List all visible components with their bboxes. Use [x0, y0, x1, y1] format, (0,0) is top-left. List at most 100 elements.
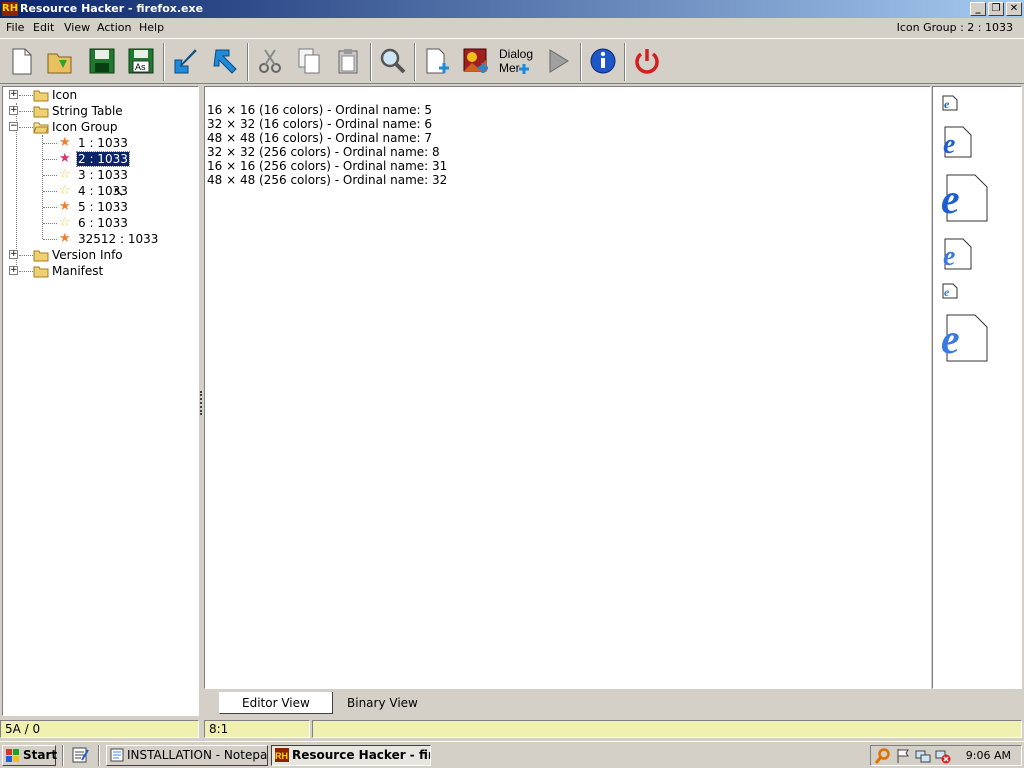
status-cursor: 8:1 [204, 720, 310, 738]
tree-node-group-3[interactable]: ☆ 3 : 1033 [3, 167, 193, 183]
tree-line [43, 207, 57, 208]
close-button[interactable]: ✕ [1006, 2, 1022, 16]
expand-icon[interactable]: + [9, 90, 18, 99]
flag-tray-icon[interactable] [895, 748, 911, 764]
title-bar[interactable]: RH Resource Hacker - firefox.exe _ ❐ ✕ [0, 0, 1024, 18]
add-resource-icon[interactable] [419, 43, 455, 79]
start-button[interactable]: Start [2, 745, 57, 766]
taskbar: Start INSTALLATION - Notepad RH Resource… [0, 741, 1024, 768]
task-resource-hacker[interactable]: RH Resource Hacker - fir... [271, 745, 431, 766]
menu-action[interactable]: Action [97, 21, 131, 35]
star-icon: ★ [59, 231, 71, 246]
resource-hacker-icon: RH [275, 748, 289, 762]
dialog-merger-icon[interactable]: Dialog Mer [497, 43, 533, 79]
tab-binary-view[interactable]: Binary View [325, 692, 440, 714]
tree-node-icon-group[interactable]: − Icon Group [3, 119, 193, 135]
folder-icon [33, 264, 49, 278]
tree-line [19, 127, 33, 128]
tree-node-manifest[interactable]: + Manifest [3, 263, 193, 279]
new-file-icon[interactable] [3, 43, 39, 79]
folder-icon [33, 88, 49, 102]
ie-icon-48-256: e [941, 314, 988, 363]
windows-logo-icon [6, 749, 19, 762]
menu-edit[interactable]: Edit [33, 21, 54, 35]
export-icon[interactable] [207, 43, 243, 79]
clock[interactable]: 9:06 AM [966, 746, 1011, 765]
svg-text:e: e [943, 129, 955, 159]
quick-launch-notepad-icon[interactable] [70, 746, 92, 765]
restore-button[interactable]: ❐ [988, 2, 1004, 16]
save-as-label: As [135, 62, 146, 72]
task-notepad[interactable]: INSTALLATION - Notepad [106, 745, 268, 766]
tree-node-group-32512[interactable]: ★ 32512 : 1033 [3, 231, 193, 247]
import-icon[interactable] [168, 43, 204, 79]
run-icon[interactable] [540, 43, 576, 79]
tree-node-icon[interactable]: + Icon [3, 87, 193, 103]
network-tray-icon[interactable] [915, 748, 931, 764]
dialog-label-1: Dialog [499, 47, 533, 61]
copy-icon[interactable] [291, 43, 327, 79]
cut-icon[interactable] [252, 43, 288, 79]
system-tray: 9:06 AM [870, 745, 1022, 766]
view-tabs: Editor View Binary View [204, 690, 1022, 716]
toolbar-separator [370, 43, 372, 81]
save-icon[interactable] [84, 43, 120, 79]
toolbar-separator [247, 43, 249, 81]
add-image-icon[interactable] [458, 43, 494, 79]
ie-icon-48: e [941, 174, 988, 223]
tree-node-label: 1 : 1033 [78, 136, 128, 150]
ie-icon-32: e [943, 126, 972, 159]
tab-editor-view[interactable]: Editor View [219, 692, 333, 714]
expand-icon[interactable]: + [9, 106, 18, 115]
menu-help[interactable]: Help [139, 21, 164, 35]
search-tray-icon[interactable] [875, 748, 891, 764]
taskbar-separator [98, 745, 100, 766]
expand-icon[interactable]: + [9, 250, 18, 259]
tree-node-string-table[interactable]: + String Table [3, 103, 193, 119]
app-logo-icon: RH [2, 2, 19, 16]
info-icon[interactable] [585, 43, 621, 79]
splitter-grip[interactable] [200, 391, 202, 415]
tree-node-version-info[interactable]: + Version Info [3, 247, 193, 263]
toolbar-separator [580, 43, 582, 81]
svg-text:RH: RH [275, 751, 288, 761]
menu-view[interactable]: View [64, 21, 90, 35]
tree-node-label: Manifest [52, 264, 104, 278]
tree-line [43, 143, 57, 144]
editor-pane[interactable]: 16 × 16 (16 colors) - Ordinal name: 5 32… [204, 86, 931, 689]
power-icon[interactable] [629, 43, 665, 79]
tree-node-group-5[interactable]: ★ 5 : 1033 [3, 199, 193, 215]
star-icon: ★ [59, 151, 71, 166]
taskbar-separator [62, 745, 64, 766]
resource-tree[interactable]: + Icon + String Table − Icon Group ★ 1 :… [2, 86, 199, 716]
network-disconnected-tray-icon[interactable] [935, 748, 951, 764]
minimize-button[interactable]: _ [970, 2, 986, 16]
editor-line: 48 × 48 (16 colors) - Ordinal name: 7 [207, 131, 432, 145]
collapse-icon[interactable]: − [9, 122, 18, 131]
tree-line [19, 271, 33, 272]
task-label: INSTALLATION - Notepad [127, 748, 268, 762]
status-bar: 5A / 0 8:1 [0, 718, 1024, 740]
search-icon[interactable] [375, 43, 411, 79]
tree-node-group-4[interactable]: ☆ 4 : 1033 ↖ [3, 183, 193, 200]
paste-icon[interactable] [330, 43, 366, 79]
menu-bar: File Edit View Action Help Icon Group : … [0, 18, 1024, 38]
toolbar-separator [163, 43, 165, 81]
svg-text:e: e [944, 97, 950, 111]
status-message [312, 720, 1022, 738]
tree-node-label: String Table [52, 104, 123, 118]
expand-icon[interactable]: + [9, 266, 18, 275]
ie-icon-16-256: e [942, 283, 958, 299]
star-icon: ☆ [59, 183, 71, 198]
save-as-icon[interactable]: As [123, 43, 159, 79]
dialog-label-2: Mer [499, 61, 520, 75]
editor-line: 16 × 16 (16 colors) - Ordinal name: 5 [207, 103, 432, 117]
tree-line [19, 95, 33, 96]
folder-icon [33, 248, 49, 262]
open-folder-icon[interactable] [42, 43, 78, 79]
menu-file[interactable]: File [6, 21, 24, 35]
tree-node-group-2[interactable]: ★ 2 : 1033 [3, 151, 193, 167]
tree-node-group-1[interactable]: ★ 1 : 1033 [3, 135, 193, 151]
tree-node-group-6[interactable]: ☆ 6 : 1033 [3, 215, 193, 231]
toolbar-separator [624, 43, 626, 81]
